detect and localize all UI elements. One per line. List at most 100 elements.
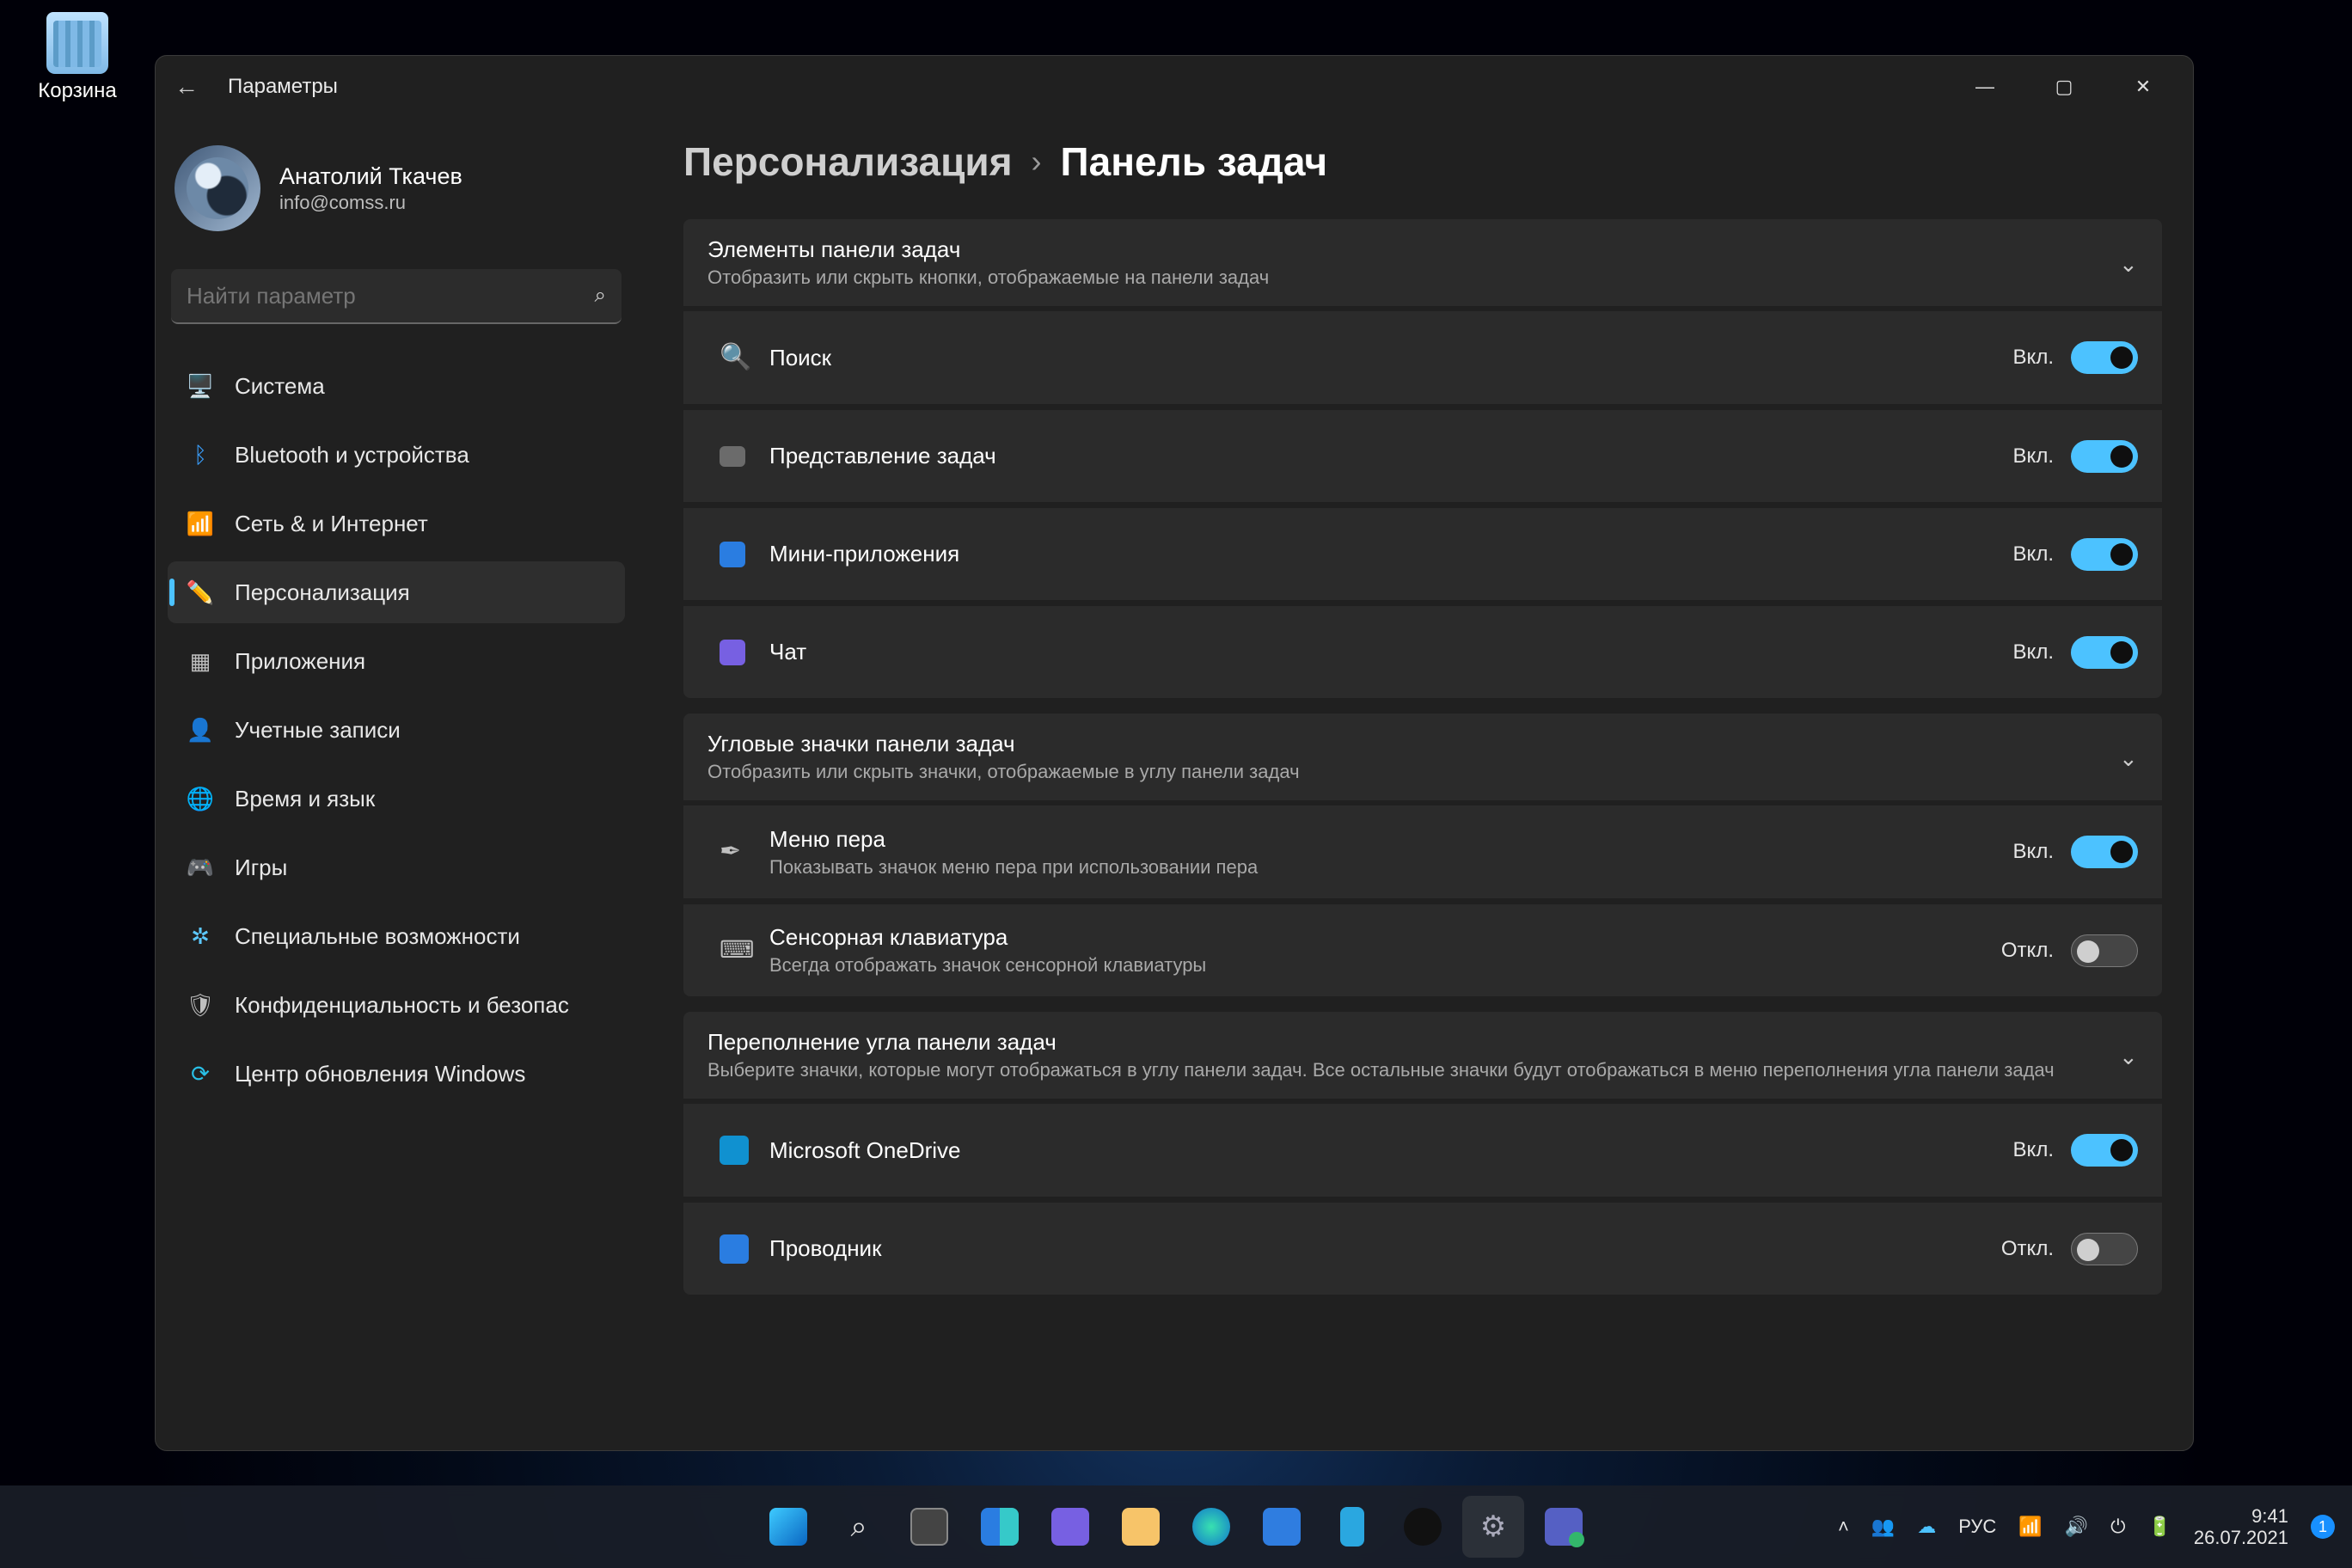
sidebar-item-gaming[interactable]: 🎮Игры (168, 836, 625, 898)
tray-power-icon[interactable]: ⏻ (2110, 1516, 2125, 1538)
toggle-state: Вкл. (2013, 1138, 2054, 1162)
search-icon: 🔍 (720, 342, 750, 373)
toggle-chat[interactable] (2071, 636, 2138, 669)
toggle-explorer[interactable] (2071, 1233, 2138, 1265)
back-button[interactable]: ← (166, 73, 207, 101)
row-pen-menu: ✒ Меню пераПоказывать значок меню пера п… (683, 805, 2162, 898)
row-chat: Чат Вкл. (683, 605, 2162, 698)
shield-icon: 🛡 (187, 991, 214, 1019)
search-input[interactable] (187, 283, 595, 309)
taskbar-center: ⌕ ⚙ (757, 1496, 1595, 1558)
tray-teams-icon[interactable]: 👥 (1871, 1516, 1895, 1538)
tray-wifi-icon[interactable]: 📶 (2018, 1516, 2042, 1538)
row-search: 🔍 Поиск Вкл. (683, 311, 2162, 404)
avatar (175, 145, 260, 231)
taskbar: ⌕ ⚙ ˄ 👥 ☁ РУС 📶 🔊 ⏻ 🔋 9:41 26.07.2021 1 (0, 1485, 2352, 1568)
toggle-state: Вкл. (2013, 444, 2054, 469)
taskbar-explorer[interactable] (1110, 1496, 1172, 1558)
taskbar-teams[interactable] (1533, 1496, 1595, 1558)
profile-email: info@comss.ru (279, 192, 462, 214)
sidebar-item-label: Конфиденциальность и безопас (235, 992, 569, 1019)
tray-overflow-icon[interactable]: ˄ (1838, 1516, 1849, 1538)
row-label: Проводник (769, 1235, 2001, 1262)
tray-onedrive-icon[interactable]: ☁ (1917, 1516, 1936, 1538)
sidebar-item-accounts[interactable]: 👤 Учетные записи (168, 699, 625, 761)
recycle-bin-icon (46, 12, 108, 74)
toggle-search[interactable] (2071, 341, 2138, 374)
section-title: Элементы панели задач (707, 236, 2119, 263)
taskbar-taskview[interactable] (898, 1496, 960, 1558)
toggle-state: Откл. (2001, 939, 2054, 963)
taskbar-search[interactable]: ⌕ (828, 1496, 890, 1558)
tray-battery-icon[interactable]: 🔋 (2147, 1516, 2171, 1538)
chevron-right-icon: › (1032, 144, 1042, 180)
taskbar-xbox[interactable] (1392, 1496, 1454, 1558)
row-label: Чат (769, 639, 2013, 665)
sidebar-item-label: Учетные записи (235, 717, 401, 744)
minimize-button[interactable]: — (1945, 63, 2024, 111)
taskbar-clock[interactable]: 9:41 26.07.2021 (2194, 1505, 2288, 1549)
update-icon: ⟳ (187, 1060, 214, 1087)
row-label: Сенсорная клавиатура (769, 924, 2001, 951)
sidebar-item-label: Приложения (235, 648, 365, 675)
profile[interactable]: Анатолий Ткачев info@comss.ru (168, 135, 625, 245)
row-onedrive: Microsoft OneDrive Вкл. (683, 1104, 2162, 1197)
toggle-pen-menu[interactable] (2071, 836, 2138, 868)
chevron-up-icon: ⌃ (2119, 744, 2138, 770)
sidebar-item-time[interactable]: 🌐Время и язык (168, 768, 625, 830)
person-icon: 👤 (187, 716, 214, 744)
recycle-bin[interactable]: Корзина (26, 12, 129, 103)
chevron-up-icon: ⌃ (2119, 249, 2138, 276)
globe-icon: 🌐 (187, 785, 214, 812)
taskbar-edge[interactable] (1180, 1496, 1242, 1558)
sidebar-item-network[interactable]: 📶Сеть & и Интернет (168, 493, 625, 554)
start-button[interactable] (757, 1496, 819, 1558)
section-overflow[interactable]: Переполнение угла панели задачВыберите з… (683, 1012, 2162, 1099)
maximize-button[interactable]: ▢ (2024, 63, 2104, 111)
taskview-icon (720, 446, 745, 467)
section-corner-icons[interactable]: Угловые значки панели задачОтобразить ил… (683, 714, 2162, 800)
breadcrumb-parent[interactable]: Персонализация (683, 138, 1013, 185)
toggle-state: Вкл. (2013, 346, 2054, 370)
clock-date: 26.07.2021 (2194, 1527, 2288, 1548)
toggle-onedrive[interactable] (2071, 1134, 2138, 1167)
sidebar-item-apps[interactable]: ▦Приложения (168, 630, 625, 692)
sidebar-item-label: Центр обновления Windows (235, 1061, 525, 1087)
row-label: Мини-приложения (769, 541, 2013, 567)
search-box[interactable]: ⌕ (171, 269, 622, 324)
system-tray: ˄ 👥 ☁ РУС 📶 🔊 ⏻ 🔋 9:41 26.07.2021 1 (1838, 1505, 2335, 1549)
recycle-bin-label: Корзина (26, 79, 129, 103)
notifications-badge[interactable]: 1 (2311, 1515, 2335, 1539)
row-touch-keyboard: ⌨ Сенсорная клавиатура Всегда отображать … (683, 903, 2162, 996)
toggle-taskview[interactable] (2071, 440, 2138, 473)
tray-lang[interactable]: РУС (1958, 1516, 1996, 1538)
keyboard-icon: ⌨ (720, 935, 750, 966)
sidebar-item-accessibility[interactable]: ✲Специальные возможности (168, 905, 625, 967)
chevron-up-icon: ⌃ (2119, 1042, 2138, 1069)
toggle-touch-keyboard[interactable] (2071, 934, 2138, 967)
sidebar-item-system[interactable]: 🖥️Система (168, 355, 625, 417)
content-area: Персонализация › Панель задач Элементы п… (646, 118, 2193, 1450)
section-title: Угловые значки панели задач (707, 731, 2119, 757)
clock-time: 9:41 (2194, 1505, 2288, 1527)
row-explorer: Проводник Откл. (683, 1202, 2162, 1295)
close-button[interactable]: ✕ (2104, 63, 2183, 111)
search-icon: ⌕ (595, 284, 606, 308)
row-sub: Всегда отображать значок сенсорной клави… (769, 954, 2001, 977)
sidebar-item-bluetooth[interactable]: ᛒBluetooth и устройства (168, 424, 625, 486)
taskbar-chat[interactable] (1039, 1496, 1101, 1558)
toggle-widgets[interactable] (2071, 538, 2138, 571)
taskbar-store[interactable] (1251, 1496, 1313, 1558)
taskbar-phone[interactable] (1321, 1496, 1383, 1558)
section-title: Переполнение угла панели задач (707, 1029, 2119, 1056)
taskbar-widgets[interactable] (969, 1496, 1031, 1558)
taskbar-settings[interactable]: ⚙ (1462, 1496, 1524, 1558)
toggle-state: Вкл. (2013, 840, 2054, 864)
section-taskbar-items[interactable]: Элементы панели задачОтобразить или скры… (683, 219, 2162, 306)
sidebar-item-personalization[interactable]: ✏️Персонализация (168, 561, 625, 623)
sidebar-item-privacy[interactable]: 🛡 Конфиденциальность и безопас (168, 974, 625, 1036)
gamepad-icon: 🎮 (187, 854, 214, 881)
titlebar: ← Параметры — ▢ ✕ (156, 56, 2193, 118)
tray-volume-icon[interactable]: 🔊 (2065, 1516, 2088, 1538)
sidebar-item-update[interactable]: ⟳ Центр обновления Windows (168, 1043, 625, 1105)
